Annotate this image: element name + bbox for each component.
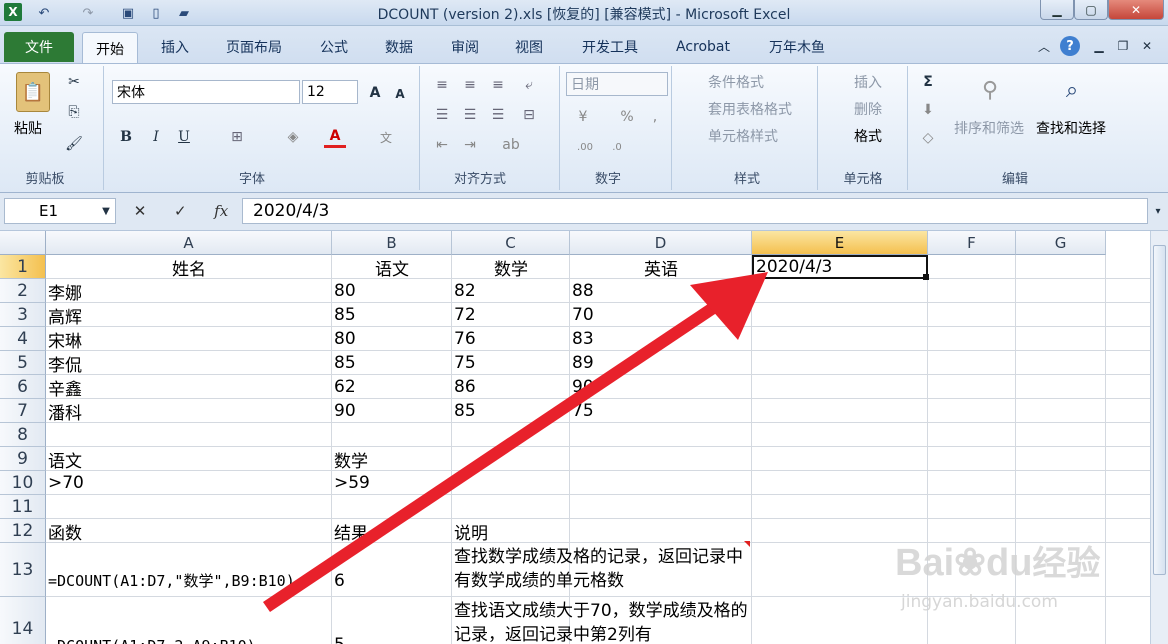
watermark-url: jingyan.baidu.com bbox=[901, 592, 1058, 612]
arrow-head bbox=[690, 272, 768, 340]
paw-icon: ❀ bbox=[954, 542, 986, 584]
watermark-brand2: du bbox=[985, 542, 1033, 584]
watermark-brand: Bai bbox=[895, 542, 955, 584]
arrow-shaft bbox=[263, 296, 727, 612]
baidu-watermark: Bai❀du经验 jingyan.baidu.com bbox=[895, 512, 1155, 622]
watermark-site: 经验 bbox=[1032, 545, 1101, 583]
